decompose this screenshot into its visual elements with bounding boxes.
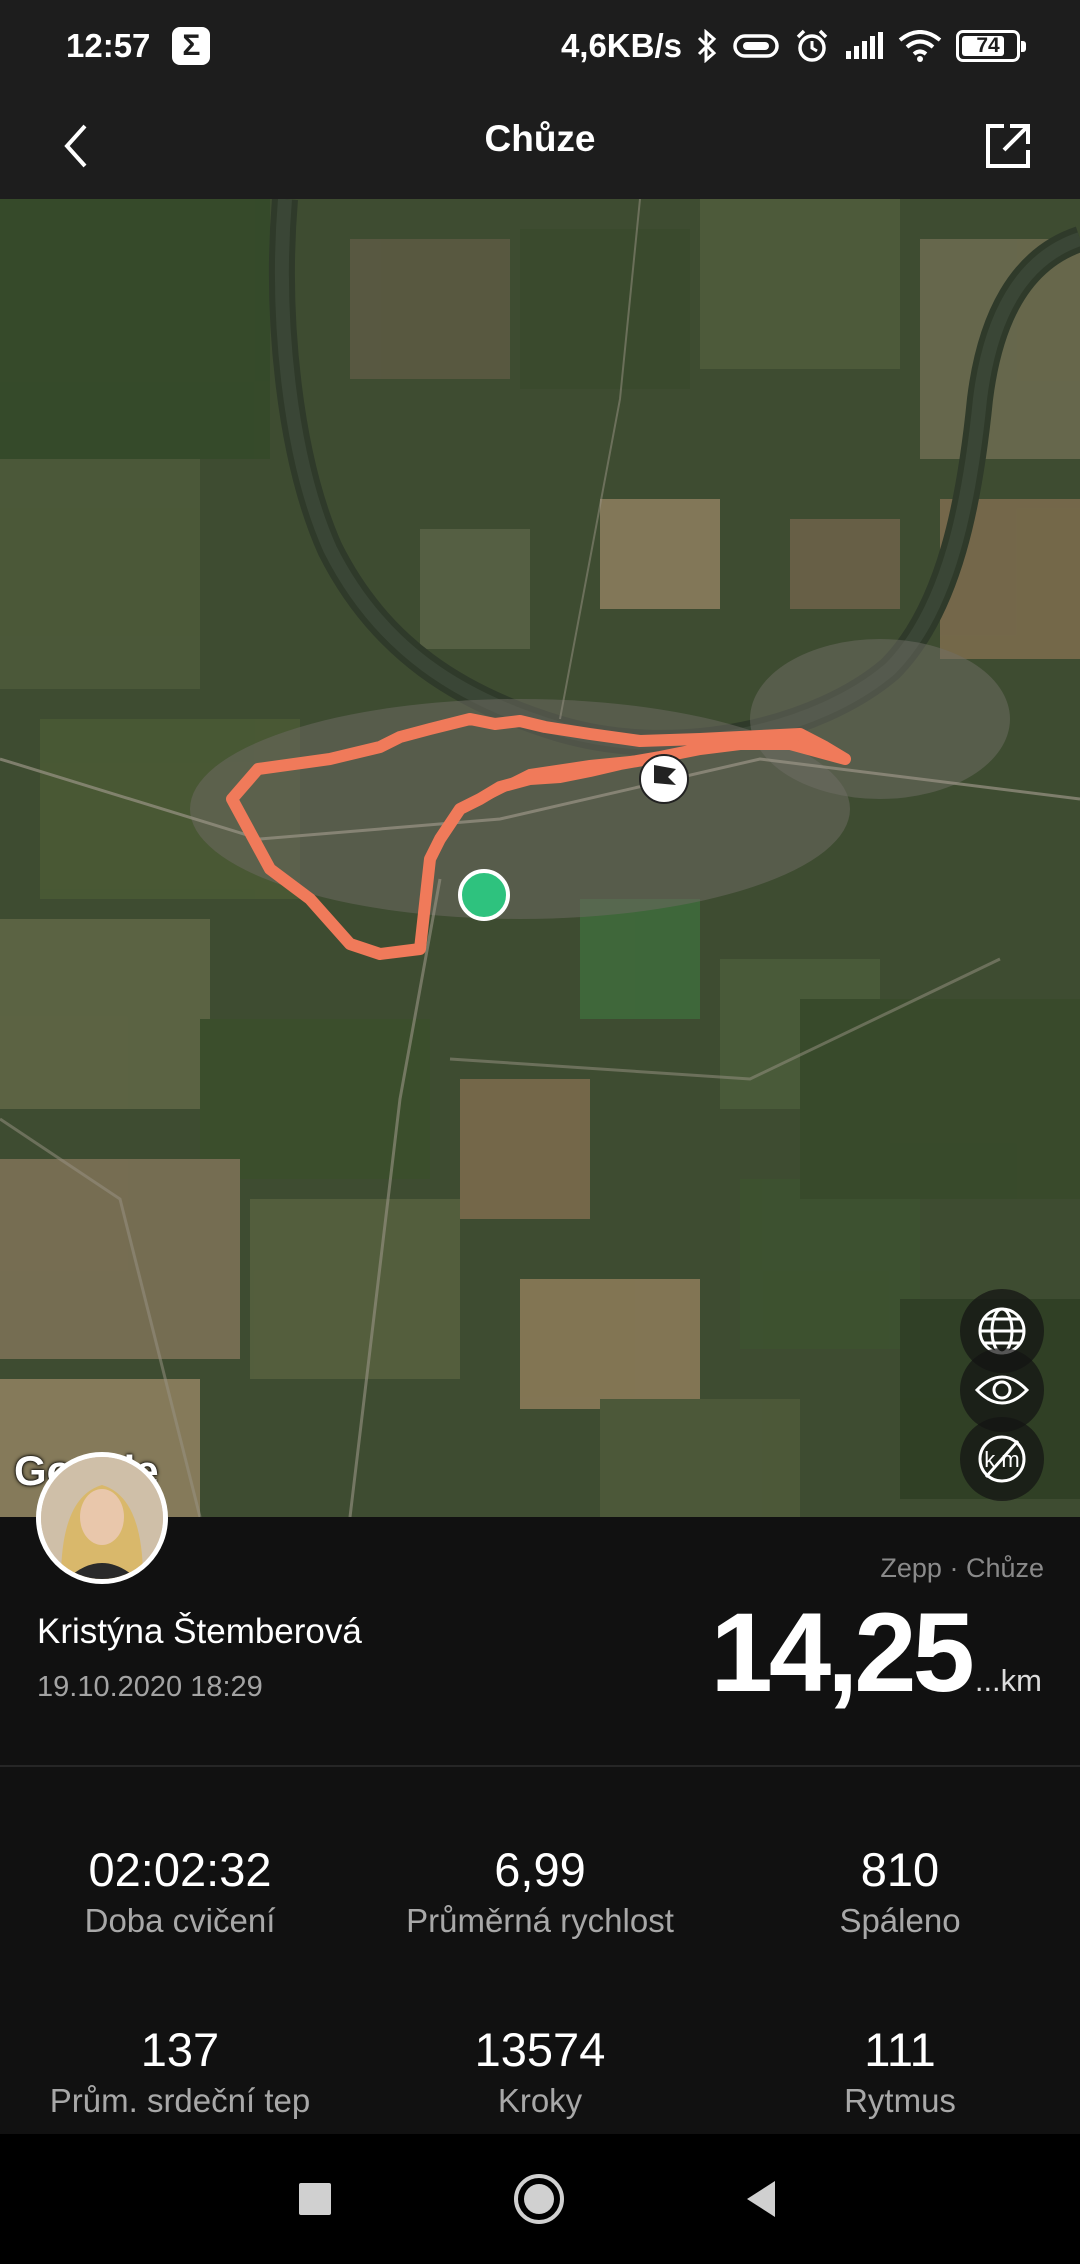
page-title: Chůze — [484, 118, 596, 159]
status-time: 12:57 — [66, 27, 151, 64]
square-icon — [299, 2183, 331, 2215]
status-left: 12:57 Σ — [66, 27, 211, 65]
stat-value: 111 — [864, 2023, 936, 2076]
share-icon — [986, 124, 1030, 168]
app-bar: Chůze — [0, 92, 1080, 199]
network-speed: 4,6KB/s — [560, 27, 682, 64]
stat-steps: 13574 Kroky — [360, 2022, 720, 2120]
stat-label: Kroky — [497, 2082, 583, 2119]
nav-back-button[interactable] — [726, 2164, 796, 2234]
stat-label: Prům. srdeční tep — [49, 2082, 311, 2119]
user-name: Kristýna Štemberová — [37, 1612, 362, 1651]
distance-unit: ...km — [974, 1663, 1042, 1698]
satellite-map — [0, 199, 1080, 1517]
bluetooth-icon — [697, 29, 717, 63]
stat-avg-speed: 6,99 Průměrná rychlost — [360, 1842, 720, 1940]
circle-icon — [514, 2174, 564, 2224]
status-right: 4,6KB/s 74 — [560, 27, 1026, 65]
start-marker — [458, 869, 510, 921]
stat-heart-rate: 137 Prům. srdeční tep — [0, 2022, 360, 2120]
battery-icon: 74 — [956, 30, 1026, 62]
vibrate-icon — [733, 34, 779, 58]
alarm-icon — [796, 29, 828, 62]
eye-icon — [974, 1375, 1030, 1405]
stat-value: 137 — [140, 2023, 220, 2076]
sigma-icon: Σ — [172, 27, 211, 65]
stat-cadence: 111 Rytmus — [720, 2022, 1080, 2120]
stat-value: 13574 — [474, 2023, 606, 2076]
stat-label: Průměrná rychlost — [406, 1902, 674, 1939]
route-map[interactable]: k m Google — [0, 199, 1080, 1517]
battery-level: 74 — [976, 34, 1000, 57]
wifi-icon — [898, 30, 942, 62]
view-toggle-button[interactable] — [960, 1348, 1044, 1432]
workout-source: Zepp · Chůze — [880, 1553, 1044, 1583]
avatar-image — [41, 1457, 163, 1579]
triangle-back-icon — [747, 2181, 775, 2217]
stat-value: 810 — [860, 1843, 940, 1896]
recent-apps-button[interactable] — [280, 2164, 350, 2234]
stat-label: Spáleno — [839, 1902, 961, 1939]
stat-value: 02:02:32 — [88, 1843, 272, 1896]
distance-display: 14,25 ...km — [711, 1588, 1042, 1717]
system-nav-bar — [0, 2134, 1080, 2264]
status-bar: 12:57 Σ 4,6KB/s 74 — [0, 0, 1080, 92]
km-off-icon: k m — [978, 1435, 1026, 1483]
avatar[interactable] — [36, 1452, 168, 1584]
signal-icon — [846, 32, 883, 59]
stat-value: 6,99 — [494, 1843, 586, 1896]
divider — [0, 1765, 1080, 1767]
home-button[interactable] — [504, 2164, 574, 2234]
workout-date: 19.10.2020 18:29 — [37, 1671, 263, 1703]
distance-value: 14,25 — [710, 1590, 975, 1715]
stat-calories: 810 Spáleno — [720, 1842, 1080, 1940]
finish-flag-marker — [639, 754, 689, 804]
stat-duration: 02:02:32 Doba cvičení — [0, 1842, 360, 1940]
stat-label: Rytmus — [844, 2082, 956, 2119]
share-button[interactable] — [974, 112, 1042, 180]
stat-label: Doba cvičení — [84, 1902, 276, 1939]
